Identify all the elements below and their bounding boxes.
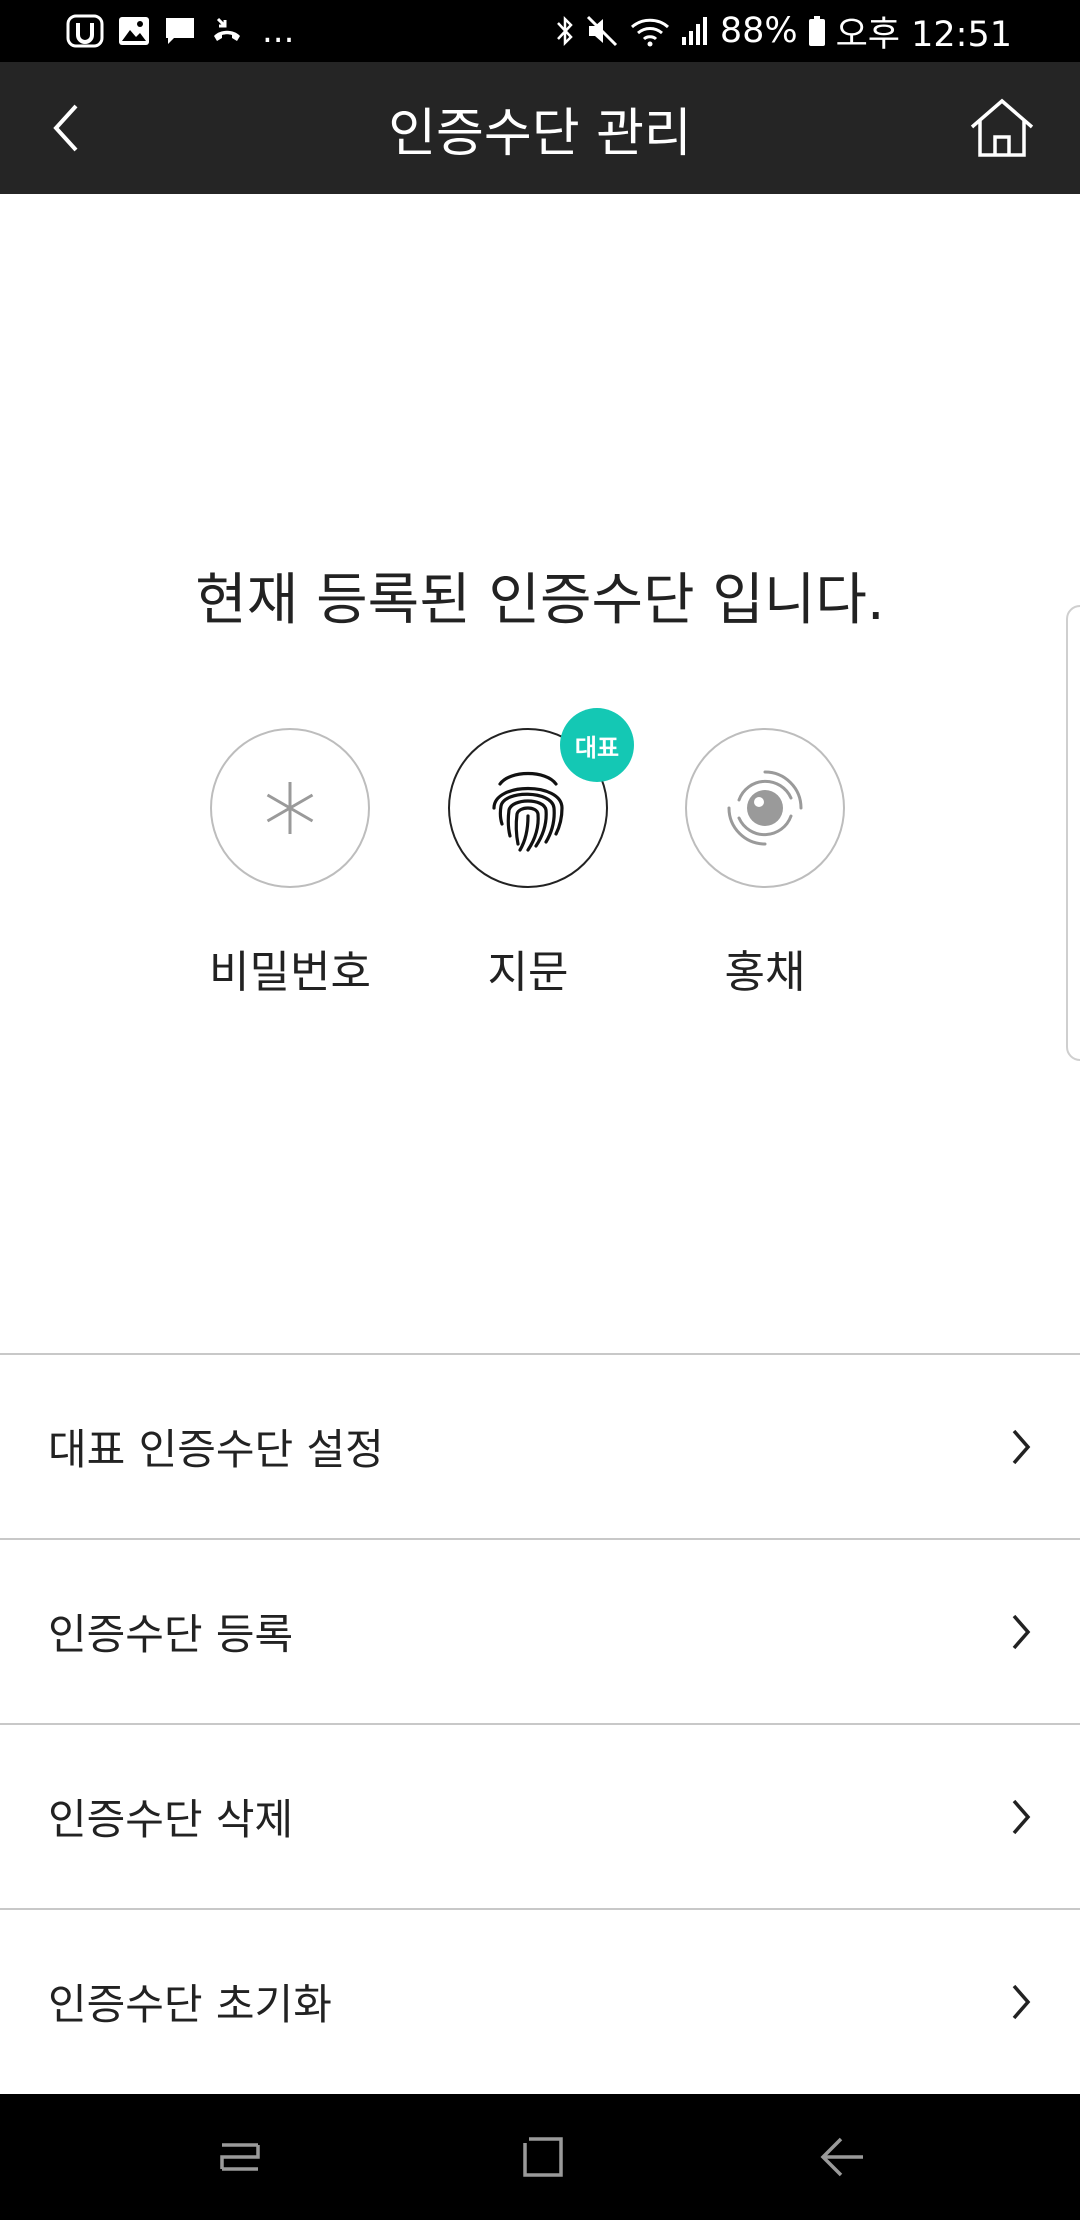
back-arrow-icon — [820, 2137, 863, 2177]
signal-icon — [680, 15, 710, 47]
method-fingerprint[interactable]: 대표 지문 — [448, 708, 634, 998]
wifi-icon — [630, 15, 670, 47]
app-bar: 인증수단 관리 — [0, 62, 1080, 194]
chevron-right-icon — [1012, 1799, 1031, 1834]
notification-icons: ... — [66, 0, 294, 62]
home-button[interactable] — [964, 92, 1040, 164]
menu-item-set-primary[interactable]: 대표 인증수단 설정 — [0, 1353, 1080, 1538]
battery-percent: 88% — [719, 11, 798, 51]
more-notifications-indicator: ... — [262, 11, 295, 51]
back-nav-button[interactable] — [808, 2124, 878, 2190]
recent-apps-button[interactable] — [205, 2124, 275, 2190]
chevron-right-icon — [1012, 1429, 1031, 1464]
recent-apps-icon — [220, 2143, 260, 2171]
method-iris-circle[interactable] — [685, 728, 845, 888]
method-password-circle[interactable] — [210, 728, 370, 888]
page-title: 인증수단 관리 — [388, 103, 692, 164]
clock: 오후 12:51 — [835, 14, 1012, 55]
system-indicators: 88% 오후 12:51 — [554, 0, 1012, 62]
primary-badge: 대표 — [560, 708, 634, 782]
menu-list: 대표 인증수단 설정 인증수단 등록 인증수단 삭제 인증수단 초기화 — [0, 1353, 1080, 2093]
menu-item-label: 대표 인증수단 설정 — [48, 1425, 384, 1474]
chevron-right-icon — [1012, 1984, 1031, 2019]
menu-item-label: 인증수단 삭제 — [48, 1795, 294, 1844]
missed-call-icon — [210, 16, 244, 46]
screen: ... 88% 오후 12:51 인증수단 관리 현재 등록된 인증수단 입니다… — [0, 0, 1080, 2220]
app-notification-icon — [66, 14, 104, 48]
menu-item-label: 인증수단 초기화 — [48, 1980, 332, 2029]
system-nav-bar — [0, 2094, 1080, 2220]
message-icon — [164, 16, 196, 46]
edge-panel-handle[interactable] — [1066, 605, 1080, 1061]
registered-methods-heading: 현재 등록된 인증수단 입니다. — [195, 568, 885, 633]
square-home-icon — [523, 2137, 563, 2177]
menu-item-label: 인증수단 등록 — [48, 1610, 294, 1659]
asterisk-icon — [266, 782, 314, 834]
menu-item-reset[interactable]: 인증수단 초기화 — [0, 1908, 1080, 2093]
fingerprint-icon — [492, 772, 564, 852]
mute-icon — [586, 15, 620, 47]
menu-item-register[interactable]: 인증수단 등록 — [0, 1538, 1080, 1723]
gallery-icon — [118, 16, 150, 46]
status-bar: ... 88% 오후 12:51 — [0, 0, 1080, 62]
back-button[interactable] — [30, 92, 102, 164]
method-password[interactable]: 비밀번호 — [209, 728, 371, 998]
chevron-left-icon — [53, 104, 78, 152]
battery-icon — [808, 15, 826, 47]
home-nav-button[interactable] — [508, 2124, 578, 2190]
iris-icon — [727, 770, 803, 846]
method-iris[interactable]: 홍채 — [685, 728, 845, 998]
home-icon — [970, 98, 1034, 157]
bluetooth-icon — [554, 14, 576, 48]
method-label: 홍채 — [724, 947, 806, 998]
menu-item-delete[interactable]: 인증수단 삭제 — [0, 1723, 1080, 1908]
chevron-right-icon — [1012, 1614, 1031, 1649]
